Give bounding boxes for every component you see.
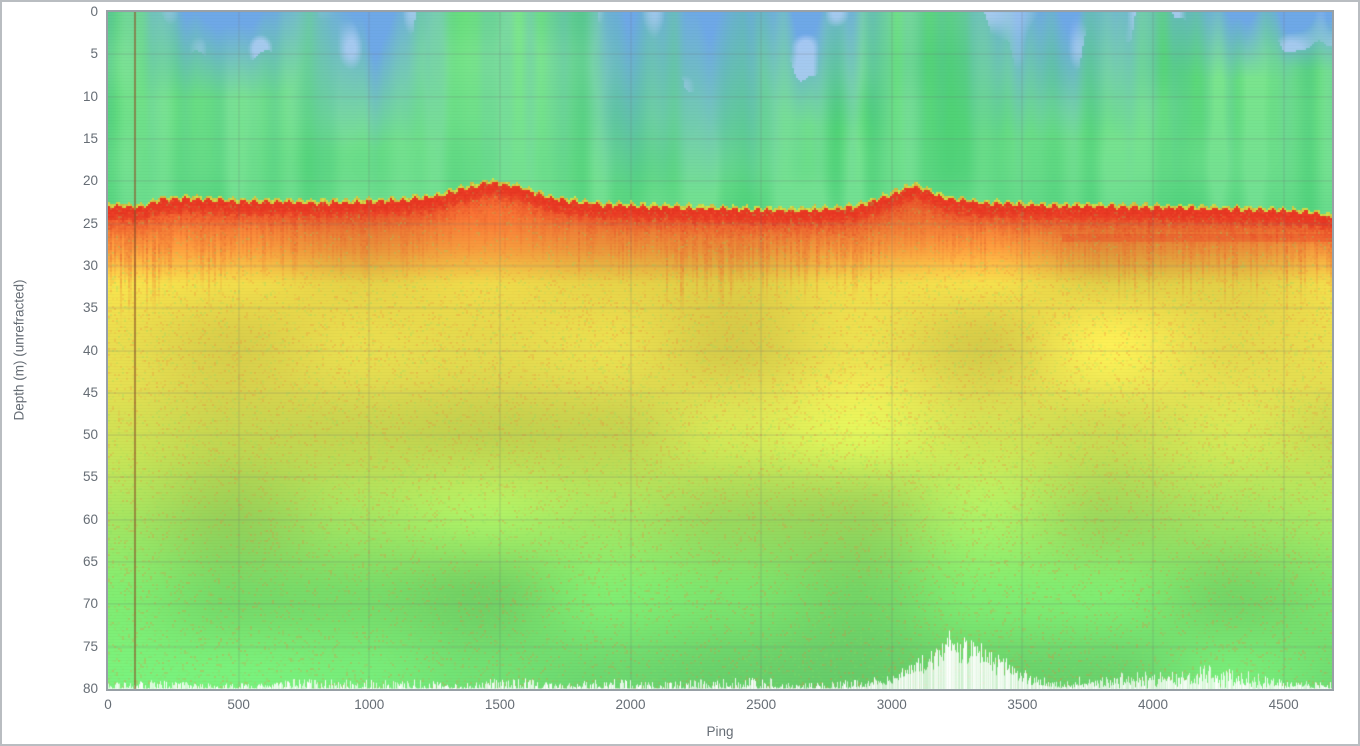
y-tick-label: 40	[82, 342, 98, 358]
x-tick-label: 1500	[484, 697, 515, 712]
y-tick-label: 75	[82, 638, 98, 654]
y-tick-label: 45	[82, 384, 98, 400]
y-tick-label: 35	[82, 300, 98, 316]
x-tick-label: 2500	[746, 697, 777, 712]
x-tick-label: 500	[227, 697, 250, 712]
plot-area	[106, 10, 1334, 691]
y-axis-title: Depth (m) (unrefracted)	[11, 279, 27, 421]
y-tick-label: 0	[90, 4, 98, 19]
y-tick-label: 10	[82, 88, 98, 104]
y-tick-label: 55	[82, 469, 98, 485]
y-tick-label: 15	[82, 130, 98, 146]
echogram-window: Depth (m) (unrefracted) 0 5 10 15 20 25 30 35 40…	[0, 0, 1360, 746]
y-tick-label: 65	[82, 554, 98, 570]
echogram-canvas[interactable]	[108, 12, 1332, 689]
x-tick-label: 3000	[876, 697, 907, 712]
x-tick-label: 4500	[1268, 697, 1299, 712]
y-tick-label: 80	[82, 681, 98, 696]
x-tick-label: 0	[104, 697, 112, 712]
x-tick-label: 1000	[354, 697, 385, 712]
x-tick-label: 4000	[1138, 697, 1169, 712]
x-axis-title: Ping	[706, 724, 734, 739]
y-tick-label: 50	[82, 427, 98, 443]
y-tick-label: 20	[82, 173, 98, 189]
x-tick-label: 2000	[615, 697, 646, 712]
y-tick-label: 25	[82, 215, 98, 231]
y-tick-label: 30	[82, 257, 98, 273]
y-tick-label: 70	[82, 596, 98, 612]
y-tick-label: 5	[90, 46, 98, 62]
y-tick-label: 60	[82, 511, 98, 527]
x-tick-label: 3500	[1007, 697, 1038, 712]
